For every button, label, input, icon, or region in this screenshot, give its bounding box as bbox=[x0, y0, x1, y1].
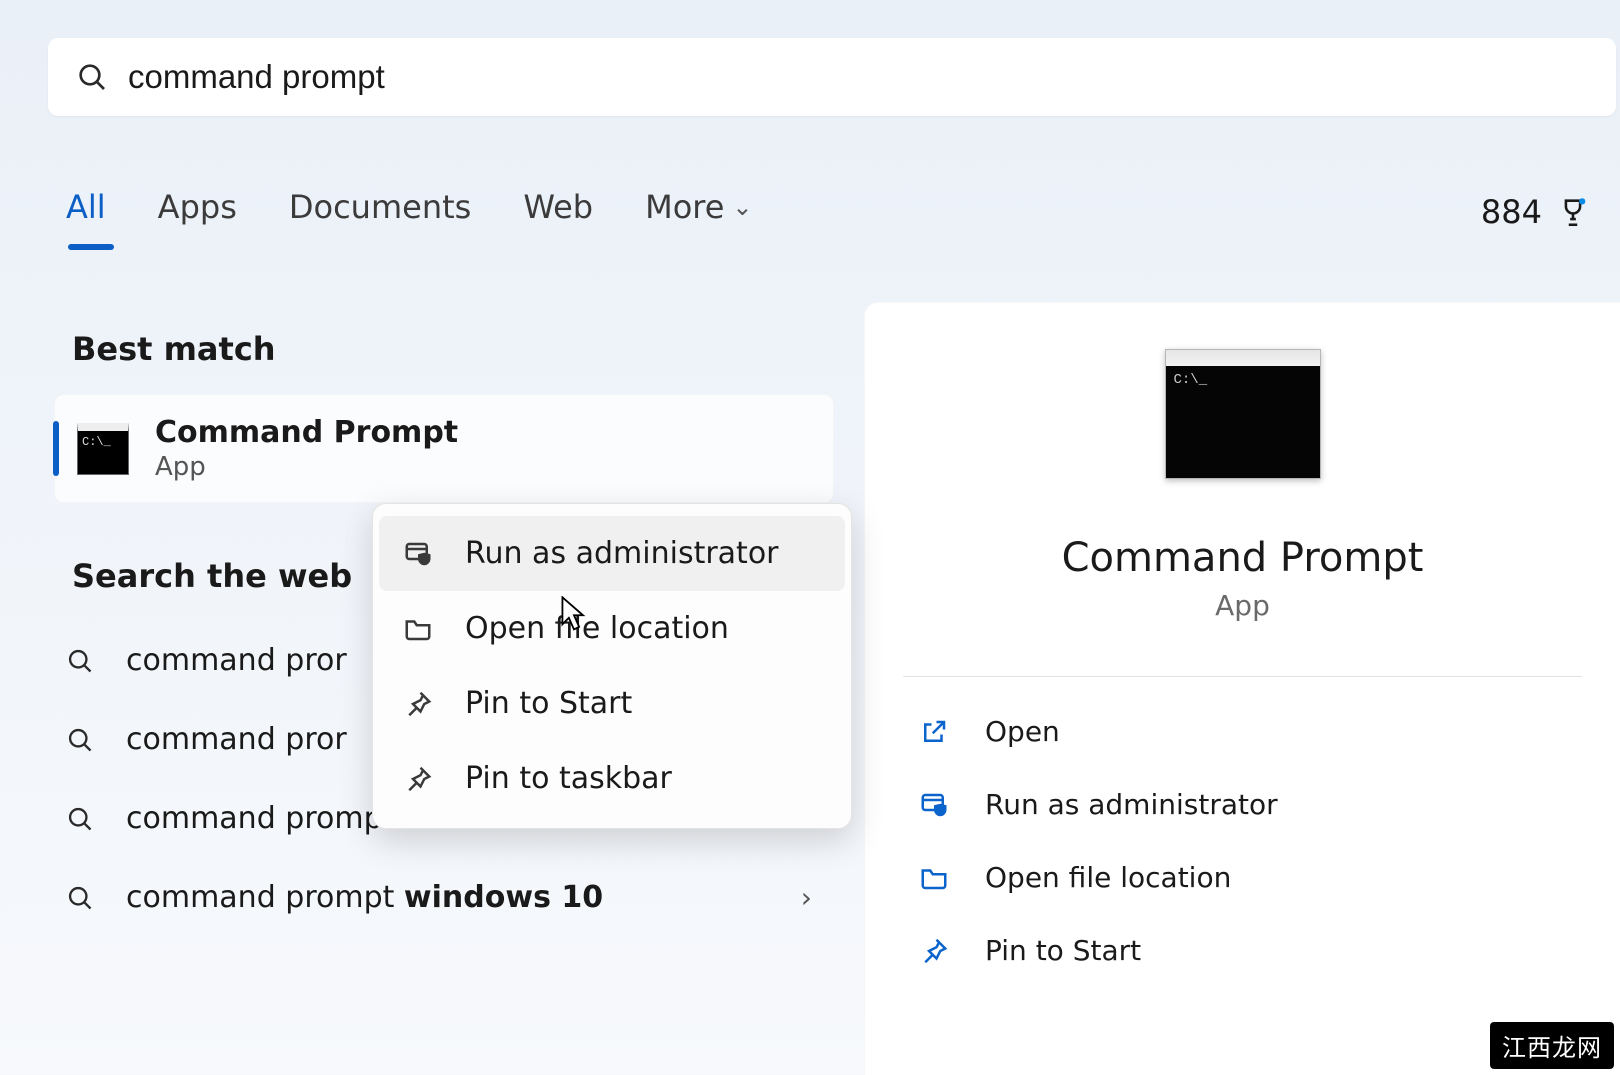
action-open[interactable]: Open bbox=[913, 695, 1572, 768]
action-label: Open bbox=[985, 715, 1060, 748]
folder-icon bbox=[919, 863, 951, 893]
tab-apps[interactable]: Apps bbox=[158, 188, 237, 236]
ctx-run-as-admin[interactable]: Run as administrator bbox=[379, 516, 845, 591]
tab-web[interactable]: Web bbox=[523, 188, 593, 236]
search-icon bbox=[66, 805, 96, 833]
ctx-open-file-location[interactable]: Open file location bbox=[379, 591, 845, 666]
web-result[interactable]: command prompt windows 10 › bbox=[54, 858, 834, 937]
search-icon bbox=[66, 647, 96, 675]
best-match-heading: Best match bbox=[72, 330, 816, 368]
shield-window-icon bbox=[403, 539, 435, 569]
search-icon bbox=[66, 884, 96, 912]
folder-icon bbox=[403, 614, 435, 644]
ctx-pin-to-start[interactable]: Pin to Start bbox=[379, 666, 845, 741]
tab-more[interactable]: More ⌄ bbox=[645, 188, 752, 236]
ctx-label: Open file location bbox=[465, 611, 729, 646]
context-menu: Run as administrator Open file location … bbox=[372, 503, 852, 829]
tab-documents[interactable]: Documents bbox=[289, 188, 471, 236]
pin-icon bbox=[403, 764, 435, 794]
details-actions: Open Run as administrator Open file loca… bbox=[865, 695, 1620, 987]
divider bbox=[903, 676, 1582, 677]
details-subtitle: App bbox=[865, 589, 1620, 622]
watermark: 江西龙网 bbox=[1490, 1022, 1614, 1069]
search-input[interactable] bbox=[128, 58, 1588, 96]
search-box bbox=[48, 38, 1616, 116]
best-match-title: Command Prompt bbox=[155, 415, 458, 450]
details-title: Command Prompt bbox=[865, 535, 1620, 581]
tab-more-label: More bbox=[645, 188, 724, 226]
action-run-as-admin[interactable]: Run as administrator bbox=[913, 768, 1572, 841]
action-label: Pin to Start bbox=[985, 934, 1141, 967]
tab-all[interactable]: All bbox=[66, 188, 106, 236]
search-icon bbox=[76, 61, 110, 93]
action-pin-to-start[interactable]: Pin to Start bbox=[913, 914, 1572, 987]
best-match-subtitle: App bbox=[155, 452, 458, 482]
search-icon bbox=[66, 726, 96, 754]
details-pane: Command Prompt App Open Run as administr… bbox=[864, 302, 1620, 1075]
chevron-right-icon: › bbox=[801, 881, 812, 914]
rewards-points: 884 bbox=[1481, 193, 1542, 231]
ctx-pin-to-taskbar[interactable]: Pin to taskbar bbox=[379, 741, 845, 816]
rewards-badge[interactable]: 884 bbox=[1481, 193, 1590, 231]
command-prompt-icon bbox=[1165, 349, 1321, 479]
best-match-result[interactable]: Command Prompt App bbox=[54, 394, 834, 503]
pin-icon bbox=[919, 936, 951, 966]
ctx-label: Pin to Start bbox=[465, 686, 632, 721]
open-icon bbox=[919, 717, 951, 747]
pin-icon bbox=[403, 689, 435, 719]
trophy-icon bbox=[1556, 195, 1590, 229]
shield-window-icon bbox=[919, 790, 951, 820]
action-label: Run as administrator bbox=[985, 788, 1278, 821]
best-match-texts: Command Prompt App bbox=[155, 415, 458, 482]
ctx-label: Pin to taskbar bbox=[465, 761, 672, 796]
action-open-file-location[interactable]: Open file location bbox=[913, 841, 1572, 914]
action-label: Open file location bbox=[985, 861, 1231, 894]
command-prompt-icon bbox=[77, 423, 129, 475]
web-result-text: command prompt windows 10 bbox=[126, 880, 771, 915]
filter-tabs: All Apps Documents Web More ⌄ 884 bbox=[66, 188, 1590, 236]
chevron-down-icon: ⌄ bbox=[732, 193, 752, 221]
ctx-label: Run as administrator bbox=[465, 536, 779, 571]
